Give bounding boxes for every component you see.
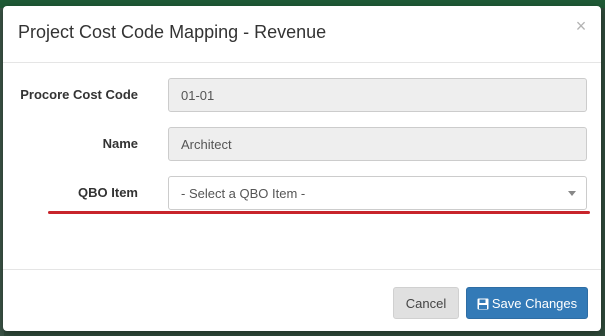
floppy-disk-icon (477, 290, 489, 322)
procore-cost-code-field: 01-01 (168, 78, 587, 112)
form-row-procore-cost-code: Procore Cost Code 01-01 (3, 78, 601, 112)
modal-header: Project Cost Code Mapping - Revenue × (3, 6, 601, 63)
close-icon[interactable]: × (573, 17, 589, 35)
form-row-qbo-item: QBO Item - Select a QBO Item - (3, 176, 601, 210)
modal-footer: Cancel Save Changes (3, 269, 601, 332)
name-label: Name (102, 136, 138, 151)
form-row-name: Name Architect (3, 127, 601, 161)
chevron-down-icon (568, 191, 576, 196)
save-changes-label: Save Changes (491, 296, 578, 311)
cost-code-mapping-modal: Project Cost Code Mapping - Revenue × Pr… (3, 6, 601, 331)
cancel-button[interactable]: Cancel (393, 287, 459, 319)
highlight-underline (48, 211, 590, 214)
qbo-item-select[interactable]: - Select a QBO Item - (168, 176, 587, 210)
procore-cost-code-label: Procore Cost Code (20, 87, 138, 102)
name-field: Architect (168, 127, 587, 161)
qbo-item-selected-text: - Select a QBO Item - (181, 186, 306, 201)
qbo-item-label: QBO Item (78, 185, 138, 200)
save-changes-button[interactable]: Save Changes (466, 287, 588, 319)
modal-title: Project Cost Code Mapping - Revenue (18, 22, 327, 42)
